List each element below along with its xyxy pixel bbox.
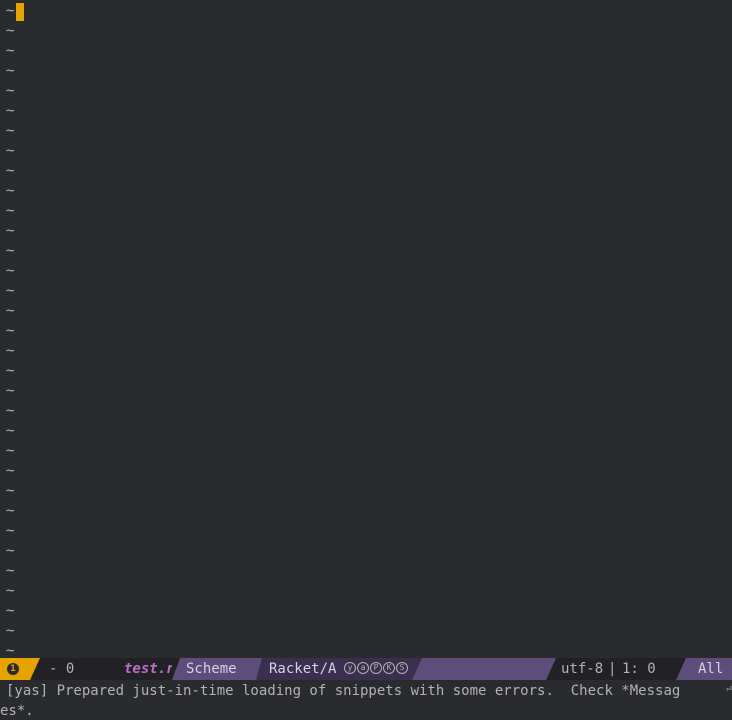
empty-line-marker: ~ (6, 163, 15, 179)
editor-buffer[interactable]: ~ ~ ~ ~ ~ ~ ~ ~ ~ ~ ~ ~ ~ ~ ~ ~ ~ ~ ~ ~ ~ ~ ~ ~ ~ ~ ~ ~ ~ ~ ~ ~ ~ (0, 0, 732, 658)
window-number-segment[interactable]: 1 (0, 658, 30, 680)
empty-line-marker: ~ (6, 343, 15, 359)
scroll-position-segment: All (686, 658, 732, 680)
minor-mode-badge: S (396, 662, 408, 674)
mode-line-fill (422, 658, 546, 680)
empty-line-marker: ~ (6, 603, 15, 619)
major-mode-segment[interactable]: Scheme (180, 658, 256, 680)
echo-message-line1: [yas] Prepared just-in-time loading of s… (6, 683, 681, 699)
empty-line-marker: ~ (6, 263, 15, 279)
empty-line-marker: ~ (6, 503, 15, 519)
scroll-position: All (698, 661, 724, 677)
minor-mode-badge: a (357, 662, 369, 674)
empty-line-marker: ~ (6, 363, 15, 379)
powerline-separator (172, 658, 180, 680)
line-column: 1: 0 (622, 661, 656, 677)
empty-line-marker: ~ (6, 243, 15, 259)
position-segment: utf-8 | 1: 0 (556, 658, 676, 680)
powerline-separator (30, 658, 40, 680)
window-number-badge: 1 (7, 663, 19, 675)
empty-line-marker: ~ (6, 463, 15, 479)
major-mode-label: Scheme (186, 661, 237, 677)
minor-mode-label: Racket/A (269, 661, 337, 677)
empty-line-marker: ~ (6, 423, 15, 439)
empty-line-marker: ~ (6, 403, 15, 419)
minor-mode-badges: yaPKS (344, 658, 409, 680)
echo-area: [yas] Prepared just-in-time loading of s… (0, 680, 732, 720)
empty-line-marker: ~ (6, 223, 15, 239)
empty-line-marker: ~ (6, 563, 15, 579)
powerline-separator (546, 658, 556, 680)
empty-line-marker: ~ (6, 103, 15, 119)
empty-line-marker: ~ (6, 303, 15, 319)
minor-mode-badge: y (344, 662, 356, 674)
encoding-label[interactable]: utf-8 (561, 658, 603, 680)
minor-mode-badge: K (383, 662, 395, 674)
powerline-separator (676, 658, 686, 680)
empty-line-marker: ~ (6, 83, 15, 99)
empty-line-marker: ~ (6, 183, 15, 199)
mode-line: 1 - 0 test.rkt Scheme Racket/A yaPKS utf… (0, 658, 732, 680)
echo-message-line2: es*. (0, 703, 34, 719)
buffer-segment[interactable]: - 0 test.rkt (40, 658, 191, 680)
buffer-state: - 0 (49, 661, 75, 677)
empty-line-marker: ~ (6, 143, 15, 159)
separator: | (608, 661, 617, 677)
empty-line-marker: ~ (6, 623, 15, 639)
empty-line-marker: ~ (6, 63, 15, 79)
empty-line-marker: ~ (6, 203, 15, 219)
empty-line-marker: ~ (6, 43, 15, 59)
empty-line-marker: ~ (6, 323, 15, 339)
powerline-separator (412, 658, 422, 680)
empty-line-marker: ~ (6, 583, 15, 599)
empty-line-marker: ~ (6, 443, 15, 459)
empty-line-marker: ~ (6, 283, 15, 299)
empty-line-marker: ~ (6, 523, 15, 539)
empty-line-marker: ~ (6, 123, 15, 139)
empty-line-marker: ~ (6, 3, 15, 19)
line-wrap-icon: ⏎ (726, 684, 732, 695)
minor-modes-segment[interactable]: Racket/A yaPKS (262, 658, 412, 680)
empty-line-marker: ~ (6, 483, 15, 499)
empty-line-marker: ~ (6, 23, 15, 39)
empty-line-marker: ~ (6, 543, 15, 559)
minor-mode-badge: P (370, 662, 382, 674)
empty-line-marker: ~ (6, 383, 15, 399)
text-cursor (16, 3, 24, 21)
empty-line-marker: ~ (6, 643, 15, 658)
